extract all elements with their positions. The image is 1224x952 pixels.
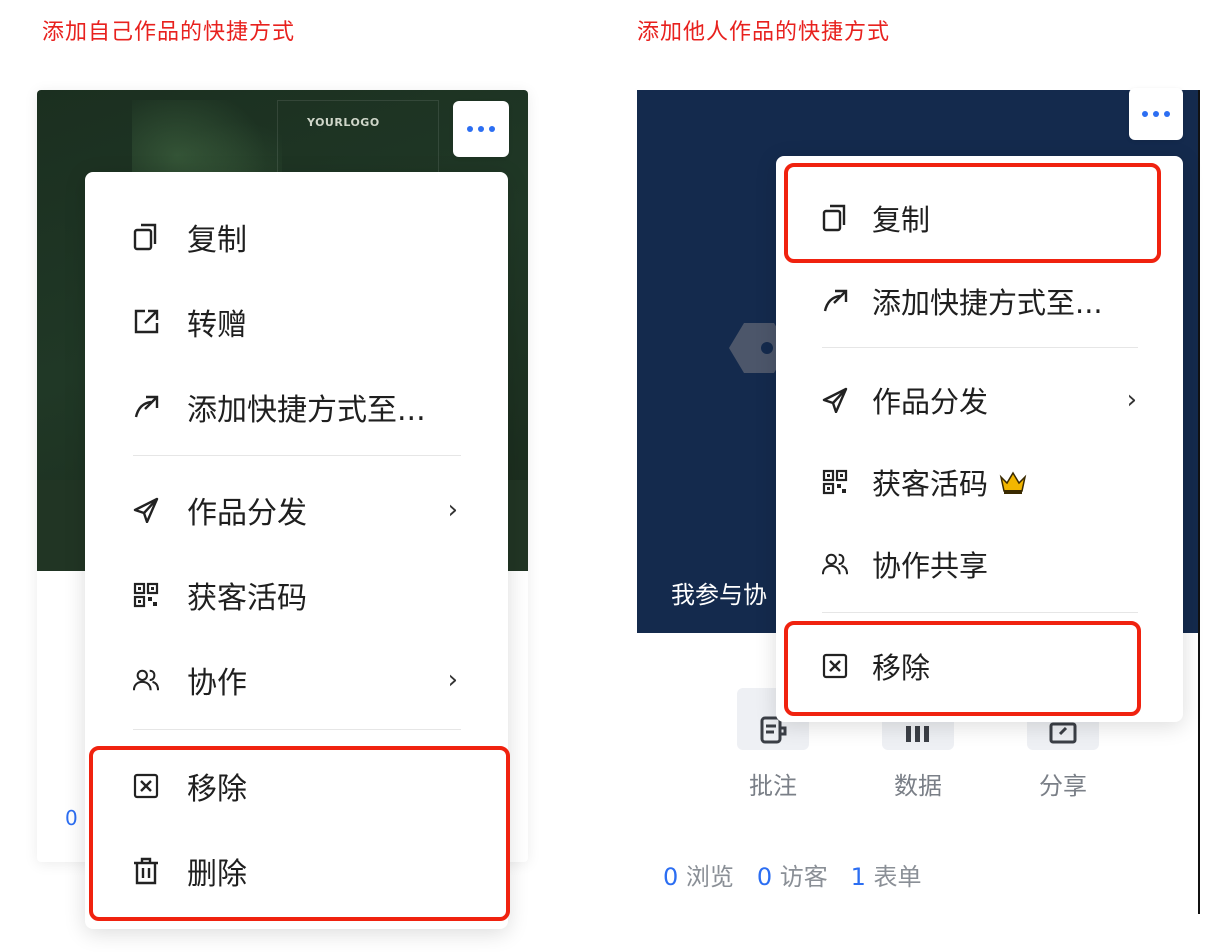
more-options-button[interactable] [453,101,509,157]
menu-item-label: 协作 [187,666,247,701]
tool-label: 分享 [1039,772,1087,800]
menu-item-label: 复制 [187,223,247,258]
menu-item-label: 作品分发 [872,385,989,419]
menu-item-lead-qr[interactable]: 获客活码 [776,454,1183,510]
menu-item-transfer[interactable]: 转赠 [85,292,508,352]
work-stats: 0 浏览 0 访客 1 表单 [663,857,922,892]
shortcut-icon [822,288,848,314]
menu-item-add-shortcut[interactable]: 添加快捷方式至... [776,273,1183,329]
tool-label: 数据 [894,772,942,800]
menu-item-collaborate[interactable]: 协作 › [85,650,508,710]
more-dots-icon [1142,111,1170,117]
menu-item-distribute[interactable]: 作品分发 › [85,480,508,540]
copy-icon [133,223,159,251]
forms-label: 表单 [873,863,922,891]
menu-item-label: 获客活码 [187,581,307,616]
cover-title: 我参与协 [671,581,767,609]
qr-code-icon [822,469,848,495]
cover-logo-text: YOURLOGO [307,116,380,129]
send-icon [133,497,159,523]
chevron-right-icon: › [1126,385,1137,415]
menu-item-add-shortcut[interactable]: 添加快捷方式至... [85,377,508,437]
menu-item-label: 协作共享 [872,549,989,583]
caption-left: 添加自己作品的快捷方式 [42,20,296,45]
menu-item-copy[interactable]: 复制 [85,207,508,267]
visitors-count: 0 [756,863,773,891]
menu-item-label: 作品分发 [187,496,307,531]
more-dots-icon [467,126,495,132]
more-options-button[interactable] [1129,88,1183,140]
menu-divider [822,612,1138,613]
menu-item-distribute[interactable]: 作品分发 › [776,372,1183,428]
highlight-box-remove-delete [89,746,510,921]
qr-code-icon [133,582,159,608]
send-icon [822,387,848,413]
stat-count: 0 [65,806,78,830]
chevron-right-icon: › [447,665,458,695]
menu-item-label: 转赠 [187,308,247,343]
highlight-box-copy [784,163,1161,263]
transfer-icon [133,309,159,335]
visitors-label: 访客 [779,863,828,891]
menu-divider [822,347,1138,348]
crown-icon [998,469,1028,495]
views-label: 浏览 [685,863,734,891]
views-count: 0 [663,863,679,891]
highlight-box-remove [784,621,1141,716]
tool-label: 批注 [749,772,797,800]
menu-item-label: 添加快捷方式至... [187,393,426,428]
edge-divider [1198,90,1200,914]
users-icon [822,551,848,577]
chevron-right-icon: › [447,495,458,525]
users-icon [133,667,159,693]
menu-divider [133,455,461,456]
forms-count: 1 [850,863,866,891]
menu-item-collaborate-share[interactable]: 协作共享 [776,536,1183,592]
menu-divider [133,729,461,730]
shortcut-icon [133,394,159,420]
caption-right: 添加他人作品的快捷方式 [637,20,891,45]
menu-item-label: 获客活码 [872,467,989,501]
menu-item-lead-qr[interactable]: 获客活码 [85,565,508,625]
menu-item-label: 添加快捷方式至... [872,286,1103,320]
